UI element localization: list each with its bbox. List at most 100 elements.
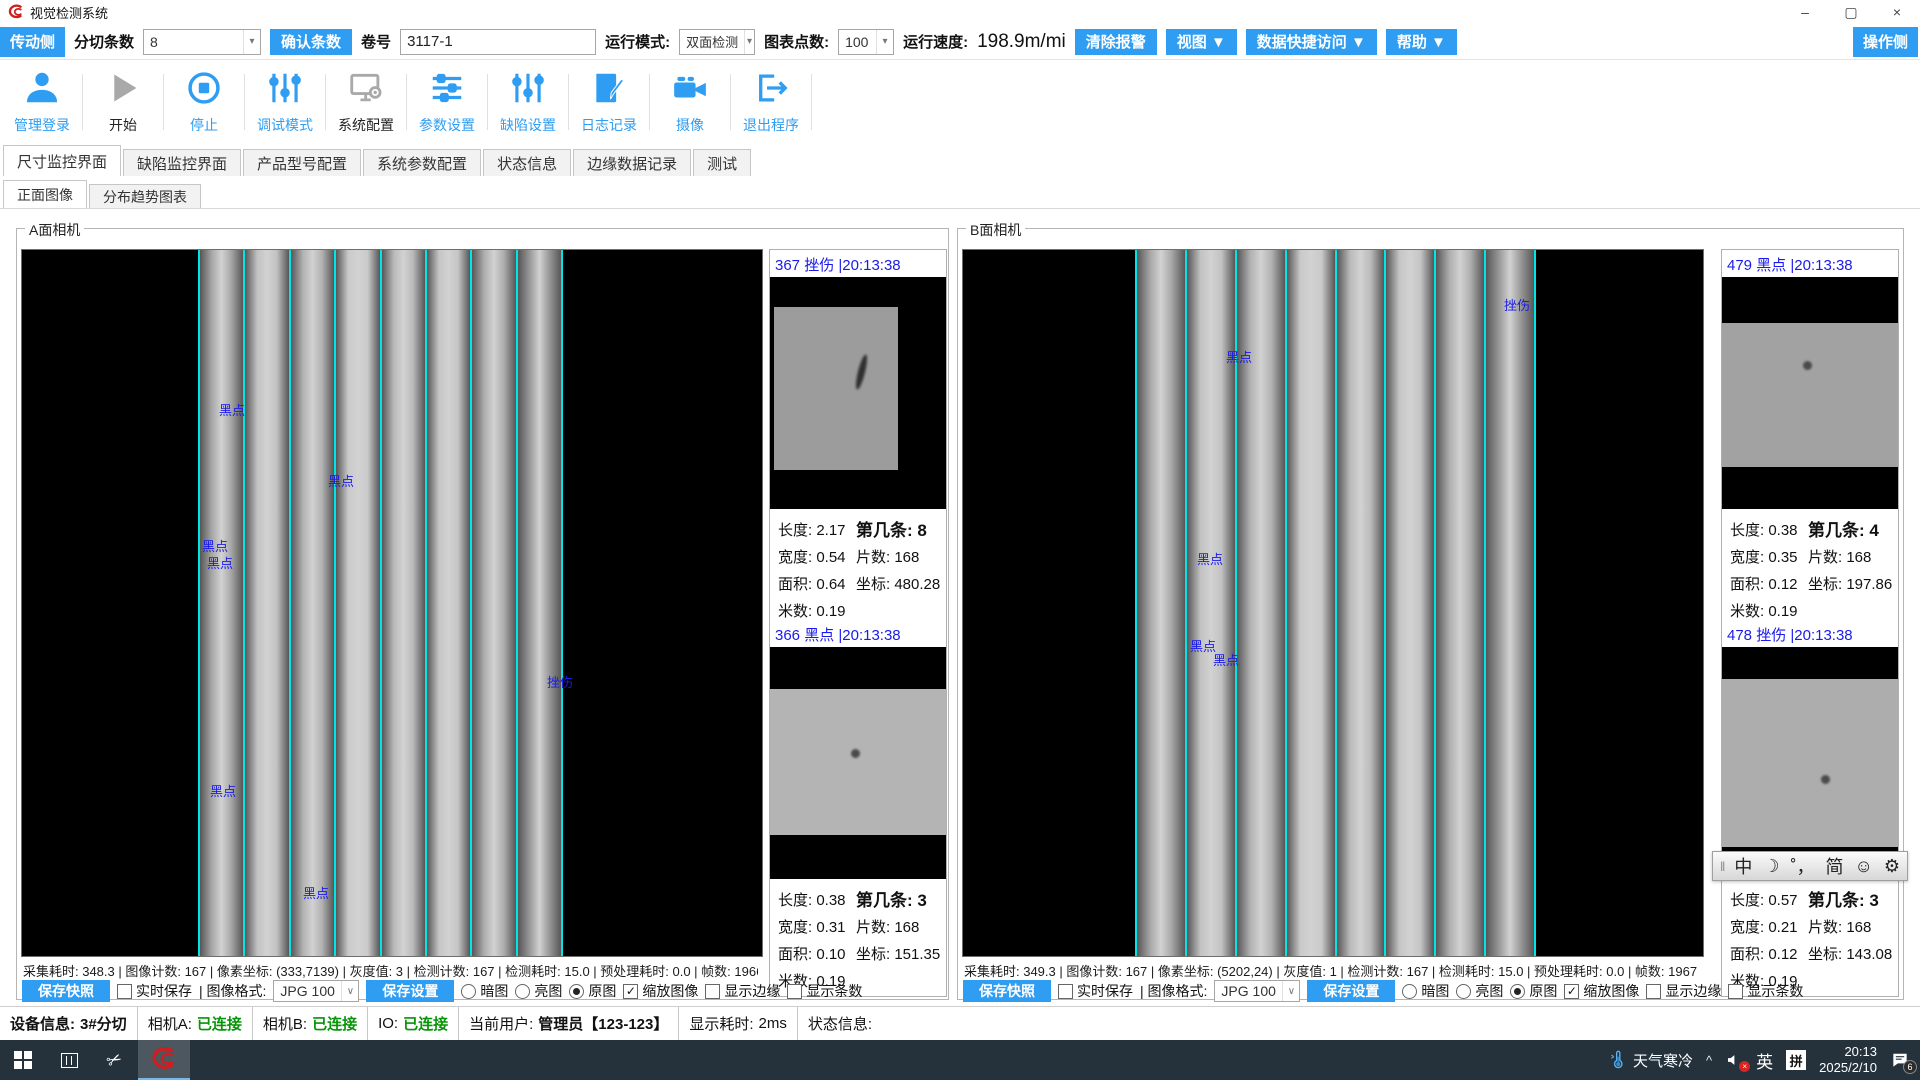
strip-segment	[334, 250, 379, 956]
ribbon-log-button[interactable]: 日志记录	[571, 69, 647, 135]
ime-fullhalf-moon-icon[interactable]: ☽	[1763, 856, 1779, 877]
language-indicator[interactable]: 英	[1756, 1048, 1773, 1073]
realtime-save-checkbox[interactable]: 实时保存	[117, 981, 192, 1001]
ribbon-user-button[interactable]: 管理登录	[4, 69, 80, 135]
show-edge-checkbox[interactable]: 显示边缘	[705, 981, 780, 1001]
ime-settings-gear-icon[interactable]: ⚙	[1884, 856, 1900, 877]
data-quick-access-menu-button[interactable]: 数据快捷访问 ▼	[1246, 29, 1377, 55]
tab-main-2[interactable]: 缺陷监控界面	[123, 149, 241, 176]
weather-tray-item[interactable]: 天气寒冷	[1608, 1050, 1693, 1071]
save-settings-button[interactable]: 保存设置	[366, 980, 454, 1002]
tab-main-6[interactable]: 边缘数据记录	[573, 149, 691, 176]
camera-a-conn-status: 已连接	[197, 1013, 242, 1034]
dark-image-radio[interactable]: 暗图	[461, 981, 508, 1001]
ribbon-item-label: 退出程序	[743, 115, 799, 135]
drag-handle-icon[interactable]: ‖	[1720, 859, 1723, 874]
defect-stat: 坐标: 480.28	[856, 571, 940, 598]
clock-date: 2025/2/10	[1819, 1060, 1877, 1076]
ribbon-camera-button[interactable]: 摄像	[652, 69, 728, 135]
io-conn-status: 已连接	[403, 1013, 448, 1034]
divider	[649, 74, 650, 130]
zoom-image-checkbox[interactable]: ✓缩放图像	[1564, 981, 1639, 1001]
defect-stat: 坐标: 143.08	[1808, 941, 1892, 968]
system-tray: 天气寒冷 ^ × 英 拼 20:13 2025/2/10 6	[1608, 1044, 1920, 1076]
confirm-count-button[interactable]: 确认条数	[270, 29, 352, 55]
run-speed-label: 运行速度:	[903, 31, 968, 52]
steel-strip-region	[1135, 250, 1536, 956]
ribbon-sliders-vertical-button[interactable]: 调试模式	[247, 69, 323, 135]
roll-number-input[interactable]	[400, 29, 596, 55]
ribbon-item-label: 参数设置	[419, 115, 475, 135]
ime-toolbar[interactable]: ‖ 中 ☽ ˚， 简 ☺ ⚙	[1712, 851, 1908, 881]
view-menu-button[interactable]: 视图 ▼	[1166, 29, 1237, 55]
help-menu-button[interactable]: 帮助 ▼	[1386, 29, 1457, 55]
save-snapshot-button[interactable]: 保存快照	[22, 980, 110, 1002]
run-mode-select[interactable]: 双面检测▾	[679, 29, 755, 55]
operator-side-button[interactable]: 操作侧	[1853, 27, 1918, 57]
task-view-button[interactable]	[46, 1040, 92, 1080]
show-count-checkbox[interactable]: 显示条数	[787, 981, 862, 1001]
close-button[interactable]: ×	[1874, 0, 1920, 24]
dark-image-radio[interactable]: 暗图	[1402, 981, 1449, 1001]
ime-chinese-mode-button[interactable]: 中	[1734, 853, 1752, 879]
show-edge-checkbox[interactable]: 显示边缘	[1646, 981, 1721, 1001]
realtime-save-checkbox[interactable]: 实时保存	[1058, 981, 1133, 1001]
clear-alarm-button[interactable]: 清除报警	[1075, 29, 1157, 55]
running-app-button[interactable]	[138, 1040, 190, 1080]
image-format-label: | 图像格式:	[199, 981, 266, 1001]
defect-stats-right-column: 第几条: 4片数: 168坐标: 197.86	[1808, 517, 1892, 598]
ime-tray-icon[interactable]: 拼	[1786, 1050, 1806, 1070]
ribbon-exit-button[interactable]: 退出程序	[733, 69, 809, 135]
ime-simplified-button[interactable]: 简	[1826, 853, 1844, 879]
original-image-radio[interactable]: 原图	[569, 981, 616, 1001]
divider	[811, 74, 812, 130]
ribbon-sliders-horizontal-button[interactable]: 参数设置	[409, 69, 485, 135]
weather-text: 天气寒冷	[1633, 1050, 1693, 1071]
sliders-horizontal-icon	[428, 69, 466, 112]
ribbon-sliders-vertical-button[interactable]: 缺陷设置	[490, 69, 566, 135]
strip-segment	[1135, 250, 1185, 956]
drive-side-button[interactable]: 传动侧	[0, 27, 65, 57]
tray-expand-icon[interactable]: ^	[1706, 1053, 1712, 1068]
ime-punctuation-button[interactable]: ˚，	[1791, 853, 1815, 879]
tab-main-3[interactable]: 产品型号配置	[243, 149, 361, 176]
tab-main-5[interactable]: 状态信息	[483, 149, 571, 176]
slit-count-select[interactable]: 8▾	[143, 29, 261, 55]
chevron-down-icon: ▾	[243, 30, 260, 54]
zoom-image-checkbox[interactable]: ✓缩放图像	[623, 981, 698, 1001]
tab-main-4[interactable]: 系统参数配置	[363, 149, 481, 176]
snipping-tool-button[interactable]: ✂	[92, 1040, 138, 1080]
defect-stats-right-column: 第几条: 3片数: 168坐标: 143.08	[1808, 887, 1892, 968]
ime-emoji-icon[interactable]: ☺	[1855, 856, 1873, 877]
ribbon-stop-button[interactable]: 停止	[166, 69, 242, 135]
taskbar-clock[interactable]: 20:13 2025/2/10	[1819, 1044, 1877, 1076]
bright-image-radio[interactable]: 亮图	[515, 981, 562, 1001]
tab-sub-2[interactable]: 分布趋势图表	[89, 184, 201, 208]
volume-muted-button[interactable]: ×	[1725, 1051, 1743, 1069]
save-snapshot-button[interactable]: 保存快照	[963, 980, 1051, 1002]
chart-points-select[interactable]: 100▾	[838, 29, 894, 55]
tab-main-7[interactable]: 测试	[693, 149, 751, 176]
minimize-button[interactable]: –	[1782, 0, 1828, 24]
tab-sub-1[interactable]: 正面图像	[3, 180, 87, 208]
camera-a-title: A面相机	[25, 220, 84, 240]
image-format-select[interactable]: JPG 100∨	[273, 980, 359, 1002]
strip-segment	[380, 250, 425, 956]
tab-main-1[interactable]: 尺寸监控界面	[3, 145, 121, 176]
bright-image-radio[interactable]: 亮图	[1456, 981, 1503, 1001]
notification-badge: 6	[1903, 1060, 1917, 1074]
image-format-select[interactable]: JPG 100∨	[1214, 980, 1300, 1002]
ribbon-monitor-gear-button[interactable]: 系统配置	[328, 69, 404, 135]
maximize-button[interactable]: ▢	[1828, 0, 1874, 24]
camera-a-conn-label: 相机A:	[148, 1013, 192, 1034]
notification-center-button[interactable]: 6	[1890, 1050, 1910, 1070]
chevron-down-icon: ∨	[1282, 981, 1299, 1001]
defect-annotation: 黑点	[328, 471, 354, 490]
start-button[interactable]	[0, 1040, 46, 1080]
ribbon-play-button[interactable]: 开始	[85, 69, 161, 135]
defect-thumbnail	[1722, 647, 1898, 879]
original-image-radio[interactable]: 原图	[1510, 981, 1557, 1001]
show-count-checkbox[interactable]: 显示条数	[1728, 981, 1803, 1001]
camera-b-panel: B面相机 挫伤黑点黑点黑点黑点 479 黑点 |20:13:38长度: 0.38…	[957, 228, 1904, 1000]
save-settings-button[interactable]: 保存设置	[1307, 980, 1395, 1002]
